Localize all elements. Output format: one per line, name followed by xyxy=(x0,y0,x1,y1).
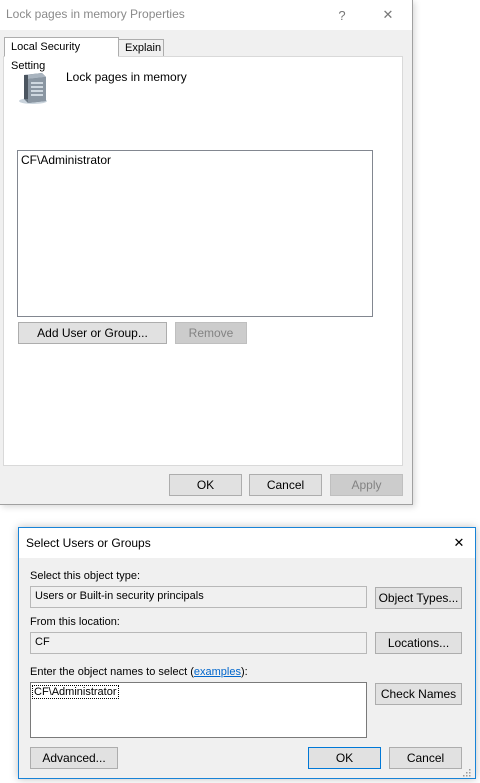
select-users-titlebar: Select Users or Groups ✕ xyxy=(19,528,475,558)
add-user-or-group-button[interactable]: Add User or Group... xyxy=(18,322,167,344)
object-names-value[interactable]: CF\Administrator xyxy=(32,685,119,699)
properties-titlebar: Lock pages in memory Properties ? ✕ xyxy=(0,0,412,30)
object-names-input[interactable]: CF\Administrator xyxy=(30,682,367,738)
object-type-label: Select this object type: xyxy=(30,570,141,582)
object-names-label: Enter the object names to select (exampl… xyxy=(30,666,248,678)
resize-grip-icon[interactable] xyxy=(461,766,471,777)
tab-panel: Lock pages in memory CF\Administrator Ad… xyxy=(3,56,403,466)
check-names-button[interactable]: Check Names xyxy=(375,683,462,705)
ok-button[interactable]: OK xyxy=(308,747,381,769)
policy-name: Lock pages in memory xyxy=(66,70,187,84)
close-icon[interactable]: ✕ xyxy=(439,528,479,558)
cancel-button[interactable]: Cancel xyxy=(389,747,462,769)
members-listbox[interactable]: CF\Administrator xyxy=(17,150,373,317)
tab-local-security-setting[interactable]: Local Security Setting xyxy=(4,37,119,72)
examples-link[interactable]: examples xyxy=(194,666,241,678)
object-names-label-prefix: Enter the object names to select ( xyxy=(30,666,194,678)
list-item[interactable]: CF\Administrator xyxy=(21,153,111,167)
object-types-button[interactable]: Object Types... xyxy=(375,587,462,609)
object-type-field: Users or Built-in security principals xyxy=(30,586,367,608)
object-names-label-suffix: ): xyxy=(240,666,248,678)
location-field: CF xyxy=(30,632,367,654)
select-users-title: Select Users or Groups xyxy=(26,536,151,550)
properties-dialog: Lock pages in memory Properties ? ✕ Loca… xyxy=(0,0,413,505)
close-icon[interactable]: ✕ xyxy=(368,0,408,30)
remove-button[interactable]: Remove xyxy=(175,322,247,344)
ok-button[interactable]: OK xyxy=(169,474,242,496)
advanced-button[interactable]: Advanced... xyxy=(30,747,118,769)
select-users-dialog: Select Users or Groups ✕ Select this obj… xyxy=(18,527,476,779)
apply-button[interactable]: Apply xyxy=(330,474,403,496)
location-label: From this location: xyxy=(30,616,120,628)
locations-button[interactable]: Locations... xyxy=(375,632,462,654)
properties-title: Lock pages in memory Properties xyxy=(6,7,185,21)
cancel-button[interactable]: Cancel xyxy=(249,474,322,496)
help-button[interactable]: ? xyxy=(322,0,362,30)
tab-explain[interactable]: Explain xyxy=(118,39,164,57)
